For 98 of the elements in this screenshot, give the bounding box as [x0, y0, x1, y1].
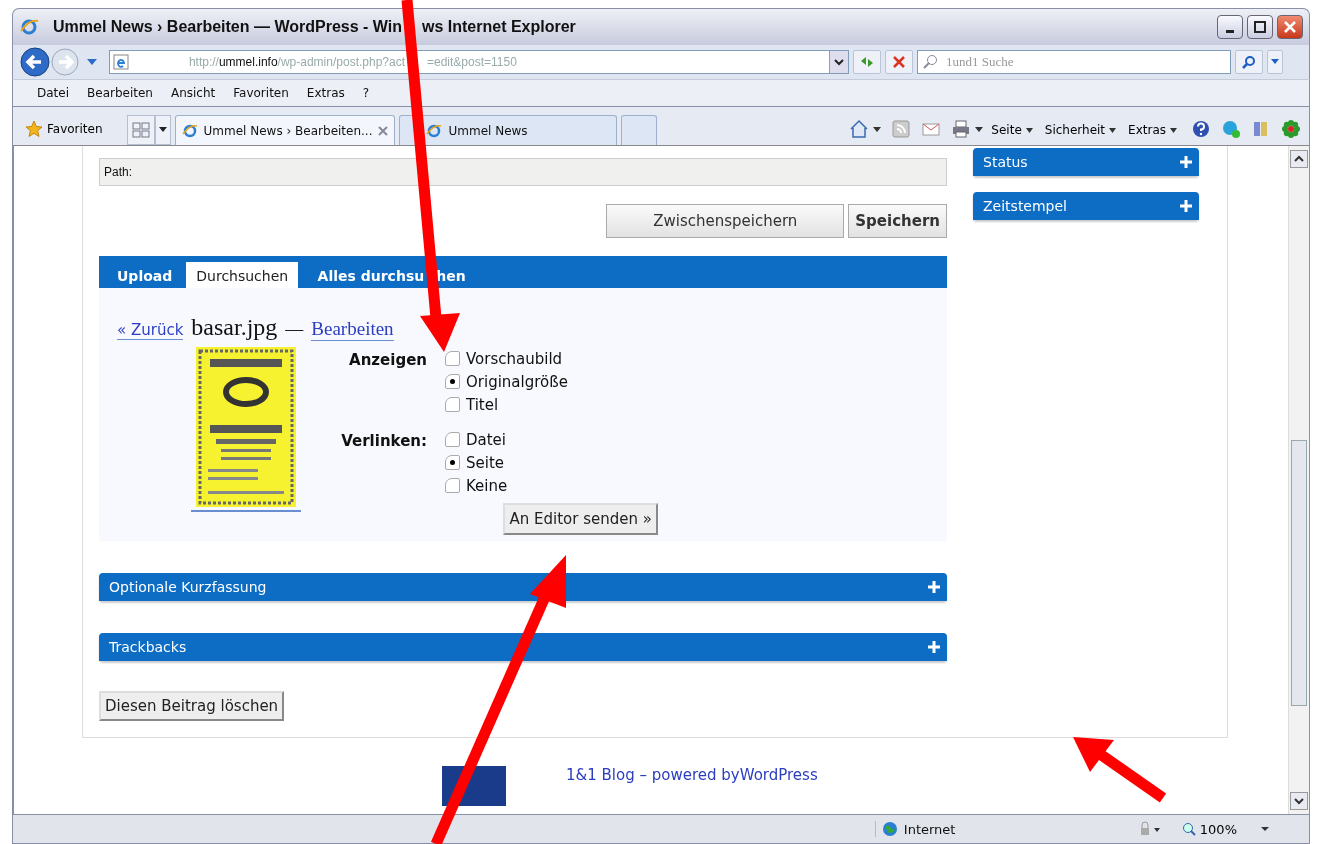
plus-icon[interactable]	[927, 640, 941, 654]
path-label: Path:	[104, 165, 133, 179]
radio-button[interactable]	[445, 374, 460, 389]
scroll-up-icon[interactable]	[1290, 150, 1308, 168]
radio-option[interactable]: Titel	[445, 393, 568, 416]
grid-icon	[131, 122, 150, 138]
flower-icon[interactable]	[1281, 119, 1301, 139]
radio-button[interactable]	[445, 478, 460, 493]
search-button[interactable]	[1235, 50, 1263, 74]
caret-icon	[158, 127, 167, 133]
caret-icon	[1271, 59, 1279, 65]
plus-icon[interactable]	[1179, 199, 1193, 213]
help-icon[interactable]	[1191, 119, 1211, 139]
command-menu-button[interactable]: Sicherheit	[1040, 123, 1121, 137]
search-field[interactable]: 1und1 Suche	[917, 50, 1231, 74]
save-button[interactable]: Speichern	[848, 204, 947, 238]
favorites-button[interactable]: Favoriten	[19, 119, 109, 139]
magnifier-icon	[1181, 822, 1196, 836]
back-link[interactable]: « Zurück	[117, 321, 184, 340]
minimize-button[interactable]	[1217, 15, 1243, 39]
radio-option[interactable]: Keine	[445, 474, 508, 497]
browser-tab[interactable]: Ummel News	[399, 115, 618, 145]
menu-item[interactable]: ?	[362, 86, 370, 100]
radio-option[interactable]: Datei	[445, 428, 508, 451]
security-zone: Internet	[874, 821, 1122, 837]
scrollbar-thumb[interactable]	[1291, 440, 1307, 706]
refresh-icon	[859, 55, 875, 69]
browser-logo-icon	[19, 17, 39, 37]
panel-header[interactable]: Trackbacks	[99, 633, 947, 661]
radio-option[interactable]: Vorschaubild	[445, 347, 568, 370]
dropdown-arrow-icon[interactable]	[87, 59, 97, 65]
page-icon	[181, 122, 198, 139]
panel-header[interactable]: Status	[973, 148, 1199, 176]
menu-item[interactable]: Bearbeiten	[87, 86, 153, 100]
url-text: http://ummel.info/wp-admin/post.php?act	[187, 55, 405, 69]
radio-button[interactable]	[445, 432, 460, 447]
command-menu-button[interactable]: Seite	[987, 123, 1037, 137]
poster-thumbnail[interactable]	[191, 347, 301, 512]
menu-item[interactable]: Ansicht	[170, 86, 216, 100]
window-title: Ummel News › Bearbeiten — WordPress - Win	[52, 18, 402, 36]
chevron-down-icon	[834, 58, 844, 66]
media-tab[interactable]: Durchsuchen	[186, 262, 299, 288]
separator-dash: —	[285, 319, 304, 340]
file-name: basar.jpg	[191, 314, 278, 341]
url-text: =edit&post=1150	[427, 55, 517, 69]
menu-item[interactable]: Datei	[37, 86, 69, 100]
stop-icon	[892, 55, 906, 69]
plus-icon[interactable]	[1179, 155, 1193, 169]
save-button[interactable]: Zwischenspeichern	[606, 204, 845, 238]
search-icon	[1242, 55, 1256, 69]
radio-button[interactable]	[445, 455, 460, 470]
address-field[interactable]: http://ummel.info/wp-admin/post.php?act =edit&post=1150	[109, 50, 849, 74]
scroll-down-icon[interactable]	[1290, 792, 1308, 810]
close-tab-icon[interactable]	[378, 125, 389, 136]
home-icon[interactable]	[849, 119, 870, 139]
delete-post-button[interactable]: Diesen Beitrag löschen	[99, 691, 285, 721]
search-options-button[interactable]	[1267, 50, 1283, 74]
panel-header[interactable]: Optionale Kurzfassung	[99, 573, 947, 601]
page-icon	[113, 54, 129, 70]
radio-button[interactable]	[445, 397, 460, 412]
zoom-button[interactable]: 100%	[1175, 820, 1243, 838]
caret-icon	[1025, 127, 1033, 133]
option-group-label: Anzeigen	[348, 350, 427, 371]
address-dropdown-button[interactable]	[829, 51, 848, 73]
radio-option[interactable]: Originalgröße	[445, 370, 568, 393]
edit-link[interactable]: Bearbeiten	[311, 318, 394, 341]
star-icon	[25, 120, 43, 138]
plus-icon[interactable]	[927, 580, 941, 594]
browser-tab[interactable]: Ummel News › Bearbeiten...	[174, 115, 396, 145]
minimize-icon	[1226, 29, 1234, 33]
media-tab[interactable]: Upload	[107, 262, 183, 288]
print-icon[interactable]	[951, 119, 972, 139]
close-icon	[1284, 21, 1296, 33]
globe-icon	[881, 821, 898, 837]
search-icon	[922, 54, 938, 70]
back-button[interactable]	[19, 46, 51, 78]
vertical-scrollbar[interactable]	[1288, 146, 1309, 814]
option-group-label: Verlinken:	[340, 431, 427, 452]
maximize-icon	[1254, 21, 1266, 33]
caret-icon	[1109, 127, 1117, 133]
menu-item[interactable]: Extras	[306, 86, 345, 100]
close-button[interactable]	[1277, 15, 1303, 39]
radio-option[interactable]: Seite	[445, 451, 508, 474]
panel-header[interactable]: Zeitstempel	[973, 192, 1199, 220]
page-icon	[426, 122, 443, 139]
stop-button[interactable]	[885, 50, 913, 74]
maximize-button[interactable]	[1247, 15, 1273, 39]
window-title: ws Internet Explorer	[422, 18, 576, 36]
caret-icon	[1170, 127, 1177, 133]
media-tab[interactable]: Alles durchsu hen	[302, 262, 476, 288]
caret-icon[interactable]	[873, 127, 882, 132]
radio-button[interactable]	[445, 351, 460, 366]
menu-item[interactable]: Favoriten	[233, 86, 289, 100]
footer-link[interactable]: 1&1 Blog – powered byWordPress	[566, 766, 818, 806]
send-to-editor-button[interactable]: An Editor senden »	[503, 503, 658, 535]
command-menu-button[interactable]: Extras	[1124, 123, 1181, 137]
caret-icon[interactable]	[975, 127, 984, 132]
refresh-button[interactable]	[853, 50, 881, 74]
